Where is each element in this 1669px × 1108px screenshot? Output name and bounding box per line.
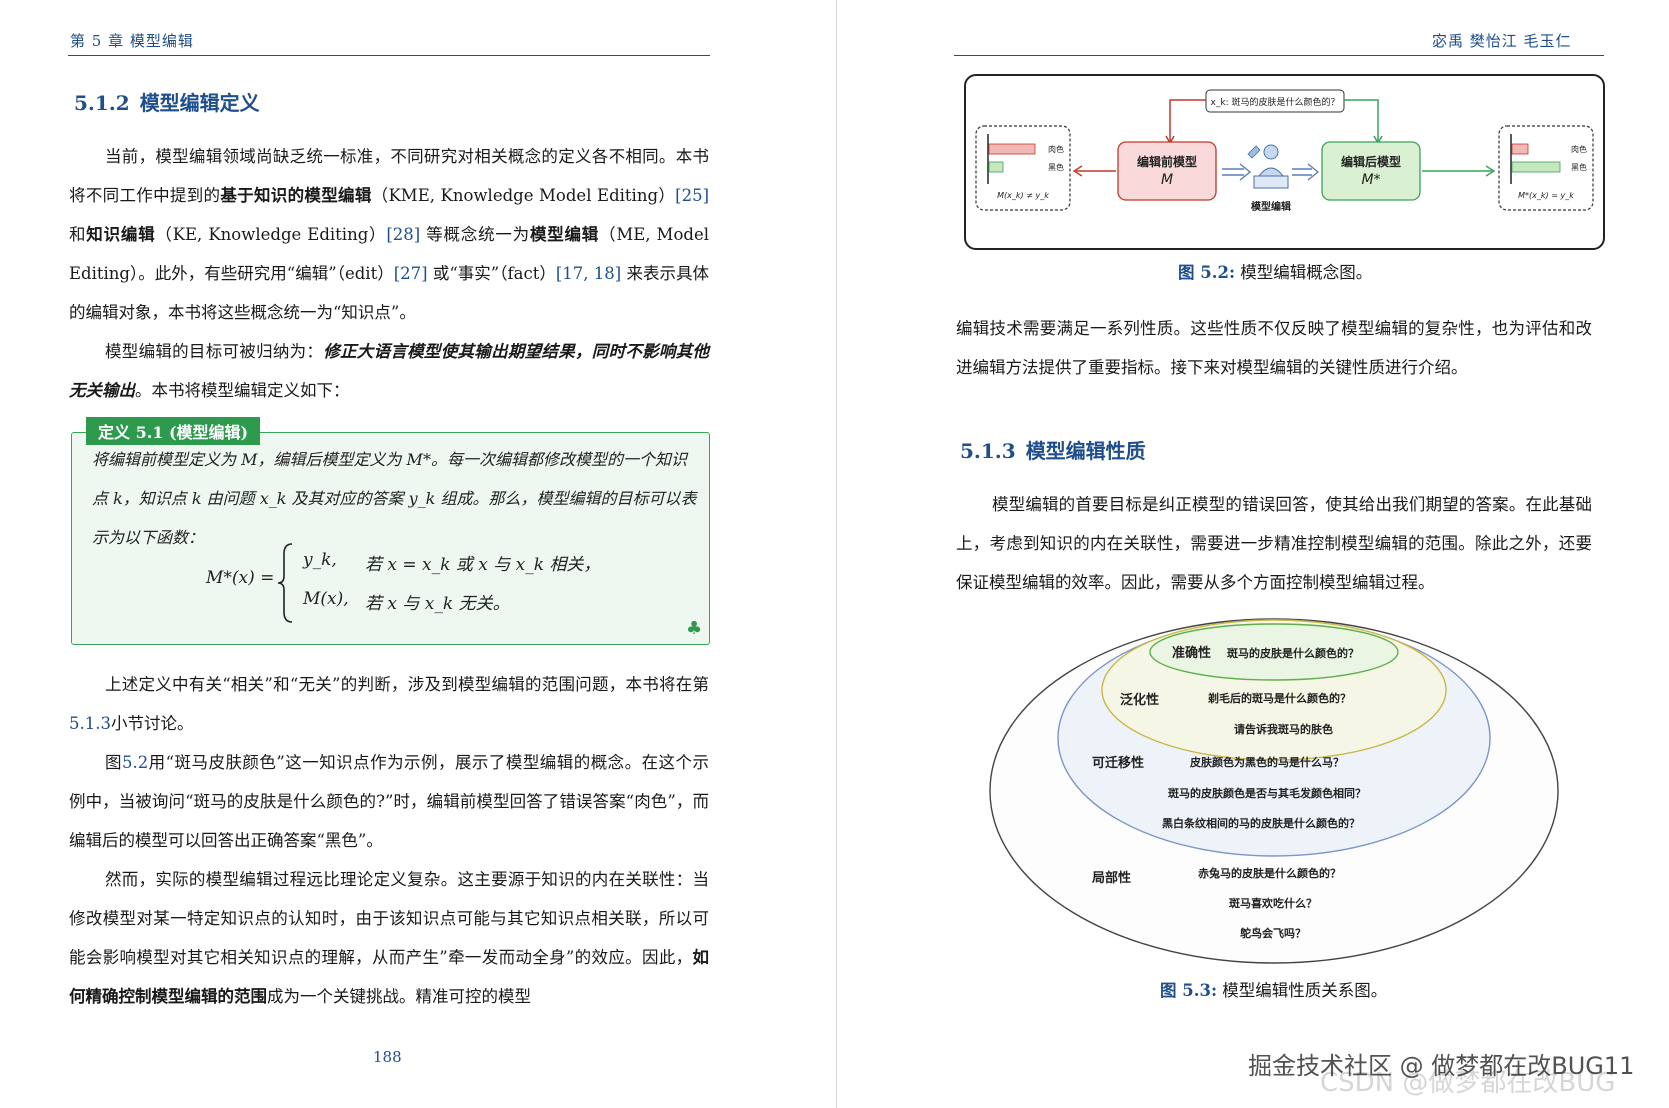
section-number: 5.1.3 — [960, 439, 1016, 463]
locality-question-3: 鸵鸟会飞吗？ — [1240, 926, 1306, 940]
header-rule-left — [68, 55, 710, 56]
left-page: 第 5 章 模型编辑 5.1.2 模型编辑定义 当前，模型编辑领域尚缺乏统一标准，… — [0, 0, 838, 1108]
page-gutter — [836, 0, 837, 1108]
locality-label: 局部性 — [1092, 870, 1131, 886]
definition-text: 将编辑前模型定义为 M，编辑后模型定义为 M*。每一次编辑都修改模型的一个知识点… — [92, 450, 697, 547]
figure-5-3-caption: 图 5.3: 模型编辑性质关系图。 — [1160, 981, 1388, 1000]
formula-brace — [277, 543, 293, 623]
page-number: 188 — [373, 1048, 402, 1066]
formula-case2-condition: 若 x 与 x_k 无关。 — [365, 594, 510, 614]
paragraph-1: 当前，模型编辑领域尚缺乏统一标准，不同研究对相关概念的定义各不相同。本书将不同工… — [69, 147, 710, 322]
before-bar-black — [988, 161, 1004, 173]
query-text: x_k: 斑马的皮肤是什么颜色的？ — [1211, 96, 1340, 108]
accuracy-question: 斑马的皮肤是什么颜色的？ — [1227, 646, 1359, 660]
after-model-title: 编辑后模型 — [1340, 154, 1401, 169]
before-label-black: 黑色 — [1048, 162, 1064, 172]
citation-link[interactable]: [25] — [675, 186, 709, 205]
portability-label: 可迁移性 — [1092, 755, 1144, 771]
after-out-arrow — [1422, 165, 1496, 177]
after-label-black: 黑色 — [1571, 162, 1587, 172]
running-head-right: 宓禹 樊怡江 毛玉仁 — [1432, 32, 1572, 50]
paragraph-4: 图5.2用“斑马皮肤颜色”这一知识点作为示例，展示了模型编辑的概念。在这个示例中… — [69, 753, 709, 850]
generalization-question-2: 请告诉我斑马的肤色 — [1234, 722, 1333, 736]
generalization-label: 泛化性 — [1120, 692, 1159, 708]
paragraph-5: 然而，实际的模型编辑过程远比理论定义复杂。这主要源于知识的内在关联性：当修改模型… — [69, 870, 709, 1006]
header-rule-right — [954, 55, 1604, 56]
before-label-rouse: 肉色 — [1048, 144, 1064, 154]
citation-link[interactable]: [17, 18] — [556, 264, 621, 283]
running-head-left: 第 5 章 模型编辑 — [70, 32, 194, 50]
section-number: 5.1.2 — [74, 91, 130, 115]
after-bar-rouse — [1511, 143, 1529, 155]
figure-5-2-caption: 图 5.2: 模型编辑概念图。 — [1178, 263, 1373, 282]
after-eq: M*(x_k) = y_k — [1518, 191, 1574, 200]
formula-lhs: M*(x) = — [206, 568, 275, 588]
after-bar-black — [1511, 161, 1561, 173]
query-arrow-before — [1169, 99, 1206, 142]
citation-link[interactable]: [28] — [386, 225, 420, 244]
before-bar-rouse — [988, 143, 1036, 155]
before-model-box — [1117, 141, 1217, 201]
juejin-watermark: 掘金技术社区 @ 做梦都在改BUG11 — [1248, 1052, 1635, 1080]
section-title-5-1-3: 5.1.3 模型编辑性质 — [960, 435, 1146, 464]
formula-case2-value: M(x), — [303, 589, 349, 609]
before-eq: M(x_k) ≠ y_k — [997, 191, 1049, 200]
before-model-title: 编辑前模型 — [1136, 154, 1197, 169]
right-paragraph-1: 编辑技术需要满足一系列性质。这些性质不仅反映了模型编辑的复杂性，也为评估和改进编… — [956, 319, 1592, 377]
portability-question-1: 皮肤颜色为黑色的马是什么马？ — [1189, 755, 1344, 769]
generalization-question-1: 剃毛后的斑马是什么颜色的？ — [1207, 691, 1351, 705]
before-out-arrow — [1072, 165, 1116, 177]
club-end-icon: ♣ — [686, 618, 703, 639]
query-arrow-after — [1344, 99, 1379, 142]
double-arrow-right — [1292, 163, 1320, 181]
paragraph-3: 上述定义中有关“相关”和“无关”的判断，涉及到模型编辑的范围问题，本书将在第 5… — [69, 675, 709, 733]
locality-question-1: 赤兔马的皮肤是什么颜色的？ — [1198, 866, 1341, 880]
portability-question-3: 黑白条纹相间的马的皮肤是什么颜色的？ — [1162, 816, 1360, 830]
section-link[interactable]: 5.1.3 — [69, 714, 111, 733]
figure-5-3: 准确性 斑马的皮肤是什么颜色的？ 泛化性 剃毛后的斑马是什么颜色的？ 请告诉我斑… — [989, 618, 1559, 964]
paragraph-2: 模型编辑的目标可被归纳为：修正大语言模型使其输出期望结果，同时不影响其他无关输出… — [69, 342, 710, 400]
section-heading: 模型编辑性质 — [1025, 439, 1146, 463]
editing-label: 模型编辑 — [1251, 200, 1291, 213]
after-label-rouse: 肉色 — [1571, 144, 1587, 154]
after-model-box — [1321, 141, 1421, 201]
book-spread: 第 5 章 模型编辑 5.1.2 模型编辑定义 当前，模型编辑领域尚缺乏统一标准，… — [0, 0, 1669, 1108]
figure-link[interactable]: 5.2 — [122, 753, 148, 772]
portability-question-2: 斑马的皮肤颜色是否与其毛发颜色相同？ — [1168, 786, 1366, 800]
before-model-symbol: M — [1161, 172, 1173, 188]
figure-5-2-drawing: x_k: 斑马的皮肤是什么颜色的？ 编辑前模型 M 编辑后模型 M* 模型编辑 … — [975, 89, 1594, 213]
after-model-symbol: M* — [1361, 172, 1380, 188]
locality-question-2: 斑马喜欢吃什么？ — [1229, 896, 1317, 910]
editor-person-icon — [1247, 144, 1289, 189]
section-title-5-1-2: 5.1.2 模型编辑定义 — [74, 87, 260, 116]
right-paragraph-2: 模型编辑的首要目标是纠正模型的错误回答，使其给出我们期望的答案。在此基础上，考虑… — [956, 495, 1592, 592]
section-heading: 模型编辑定义 — [139, 91, 260, 115]
citation-link[interactable]: [27] — [394, 264, 428, 283]
figure-5-2: x_k: 斑马的皮肤是什么颜色的？ 编辑前模型 M 编辑后模型 M* 模型编辑 … — [964, 74, 1605, 250]
accuracy-label: 准确性 — [1172, 645, 1211, 661]
formula-case1-condition: 若 x = x_k 或 x 与 x_k 相关， — [365, 555, 601, 575]
double-arrow-left — [1222, 163, 1252, 181]
formula-case1-value: y_k, — [303, 550, 337, 570]
